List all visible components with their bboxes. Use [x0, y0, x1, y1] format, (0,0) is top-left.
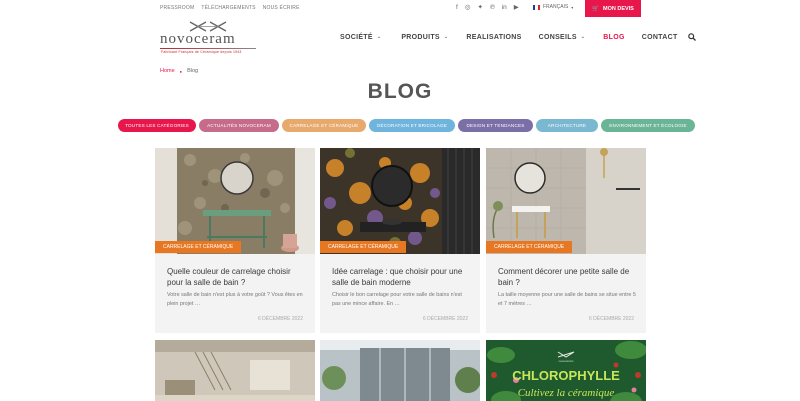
nav-label: CONSEILS — [538, 33, 577, 41]
language-selector[interactable]: FRANÇAIS ▾ — [533, 4, 573, 10]
nav-label: CONTACT — [641, 33, 678, 41]
chevron-down-icon: ▾ — [571, 4, 574, 10]
post-title[interactable]: Idée carrelage : que choisir pour une sa… — [332, 266, 472, 288]
quote-button-label: MON DEVIS — [602, 5, 634, 12]
nav-item-contact[interactable]: CONTACT — [642, 34, 678, 41]
downloads-link[interactable]: TÉLÉCHARGEMENTS — [201, 5, 255, 11]
page-title: BLOG — [367, 80, 433, 103]
instagram-icon[interactable]: ◎ — [465, 4, 471, 12]
nav-label: BLOG — [603, 33, 625, 41]
logo-tagline: Fabricant Français de Céramique depuis 1… — [161, 50, 242, 54]
chevron-down-icon: ⌄ — [580, 34, 586, 40]
post-excerpt: La taille moyenne pour une salle de bain… — [498, 292, 636, 307]
french-flag-icon — [533, 4, 540, 10]
post-excerpt: Votre salle de bain n'est plus à votre g… — [167, 292, 303, 307]
pinterest-icon[interactable]: ℗ — [490, 4, 495, 12]
nav-item-produits[interactable]: PRODUITS ⌄ — [401, 34, 448, 41]
category-pill-tiles[interactable]: CARRELAGE ET CÉRAMIQUE — [282, 119, 366, 132]
category-pill-news[interactable]: ACTUALITÉS NOVOCERAM — [199, 119, 279, 132]
post-category-tag[interactable]: CARRELAGE ET CÉRAMIQUE — [486, 241, 573, 253]
nav-item-societe[interactable]: SOCIÉTÉ ⌄ — [340, 34, 381, 41]
quote-button[interactable]: 🛒 MON DEVIS — [585, 0, 641, 17]
nav-item-blog[interactable]: BLOG — [603, 34, 624, 41]
post-image[interactable] — [155, 148, 315, 254]
nav-label: REALISATIONS — [466, 33, 522, 41]
promo-title: CHLOROPHYLLE — [512, 368, 620, 383]
youtube-icon[interactable]: ▶ — [514, 4, 519, 12]
post-title[interactable]: Comment décorer une petite salle de bain… — [498, 266, 638, 288]
nav-label: PRODUITS — [401, 33, 440, 41]
chevron-down-icon: ⌄ — [443, 34, 449, 40]
language-label: FRANÇAIS — [543, 4, 569, 10]
main-nav: SOCIÉTÉ ⌄ PRODUITS ⌄ REALISATIONS CONSEILS… — [340, 33, 696, 41]
category-pill-architecture[interactable]: ARCHITECTURE — [536, 119, 598, 132]
blog-card-image[interactable] — [155, 340, 315, 401]
nav-item-conseils[interactable]: CONSEILS ⌄ — [539, 34, 586, 41]
blog-card[interactable]: CARRELAGE ET CÉRAMIQUE Idée carrelage : … — [320, 148, 480, 333]
promo-card[interactable]: novoceram CHLOROPHYLLE Cultivez la céram… — [486, 340, 646, 401]
post-date: 6 DÉCEMBRE 2022 — [588, 316, 634, 322]
linkedin-icon[interactable]: in — [502, 4, 507, 12]
top-bar: PRESSROOM TÉLÉCHARGEMENTS NOUS ÉCRIRE f … — [0, 0, 800, 17]
nav-item-realisations[interactable]: REALISATIONS — [466, 34, 521, 41]
breadcrumb: Home ● Blog — [160, 68, 198, 74]
twitter-icon[interactable]: ✦ — [477, 4, 482, 12]
svg-text:novoceram: novoceram — [559, 359, 574, 363]
category-pill-decoration[interactable]: DÉCORATION ET BRICOLAGE — [369, 119, 455, 132]
post-image[interactable] — [320, 148, 480, 254]
cart-icon: 🛒 — [592, 5, 599, 12]
post-category-tag[interactable]: CARRELAGE ET CÉRAMIQUE — [155, 241, 242, 253]
breadcrumb-current: Blog — [187, 68, 199, 74]
breadcrumb-separator: ● — [179, 68, 183, 74]
category-pill-environment[interactable]: ENVIRONNEMENT ET ÉCOLOGIE — [601, 119, 695, 132]
write-us-link[interactable]: NOUS ÉCRIRE — [263, 5, 300, 11]
chevron-down-icon: ⌄ — [376, 34, 382, 40]
blog-card-image[interactable] — [320, 340, 480, 401]
top-links: PRESSROOM TÉLÉCHARGEMENTS NOUS ÉCRIRE — [160, 5, 300, 11]
post-date: 6 DÉCEMBRE 2022 — [257, 316, 303, 322]
category-pill-design[interactable]: DESIGN ET TENDANCES — [458, 119, 533, 132]
post-title[interactable]: Quelle couleur de carrelage choisir pour… — [167, 266, 307, 288]
pressroom-link[interactable]: PRESSROOM — [160, 5, 194, 11]
post-image[interactable] — [486, 148, 646, 254]
blog-card[interactable]: CARRELAGE ET CÉRAMIQUE Comment décorer u… — [486, 148, 646, 333]
promo-subtitle: Cultivez la céramique — [518, 387, 615, 399]
facebook-icon[interactable]: f — [456, 4, 458, 12]
logo-text: novoceram — [160, 31, 236, 47]
category-filters: TOUTES LES CATÉGORIES ACTUALITÉS NOVOCER… — [118, 119, 695, 132]
blog-card[interactable]: CARRELAGE ET CÉRAMIQUE Quelle couleur de… — [155, 148, 315, 333]
breadcrumb-home[interactable]: Home — [160, 68, 175, 74]
logo[interactable]: novoceram Fabricant Français de Céramiqu… — [160, 21, 256, 54]
post-category-tag[interactable]: CARRELAGE ET CÉRAMIQUE — [320, 241, 407, 253]
search-icon[interactable] — [687, 33, 696, 41]
post-date: 6 DÉCEMBRE 2022 — [422, 316, 468, 322]
nav-label: SOCIÉTÉ — [340, 33, 373, 41]
category-pill-all[interactable]: TOUTES LES CATÉGORIES — [118, 119, 196, 132]
social-links: f ◎ ✦ ℗ in ▶ — [456, 4, 519, 12]
logo-underline — [160, 48, 256, 49]
post-excerpt: Choisir le bon carrelage pour votre sall… — [332, 292, 462, 307]
